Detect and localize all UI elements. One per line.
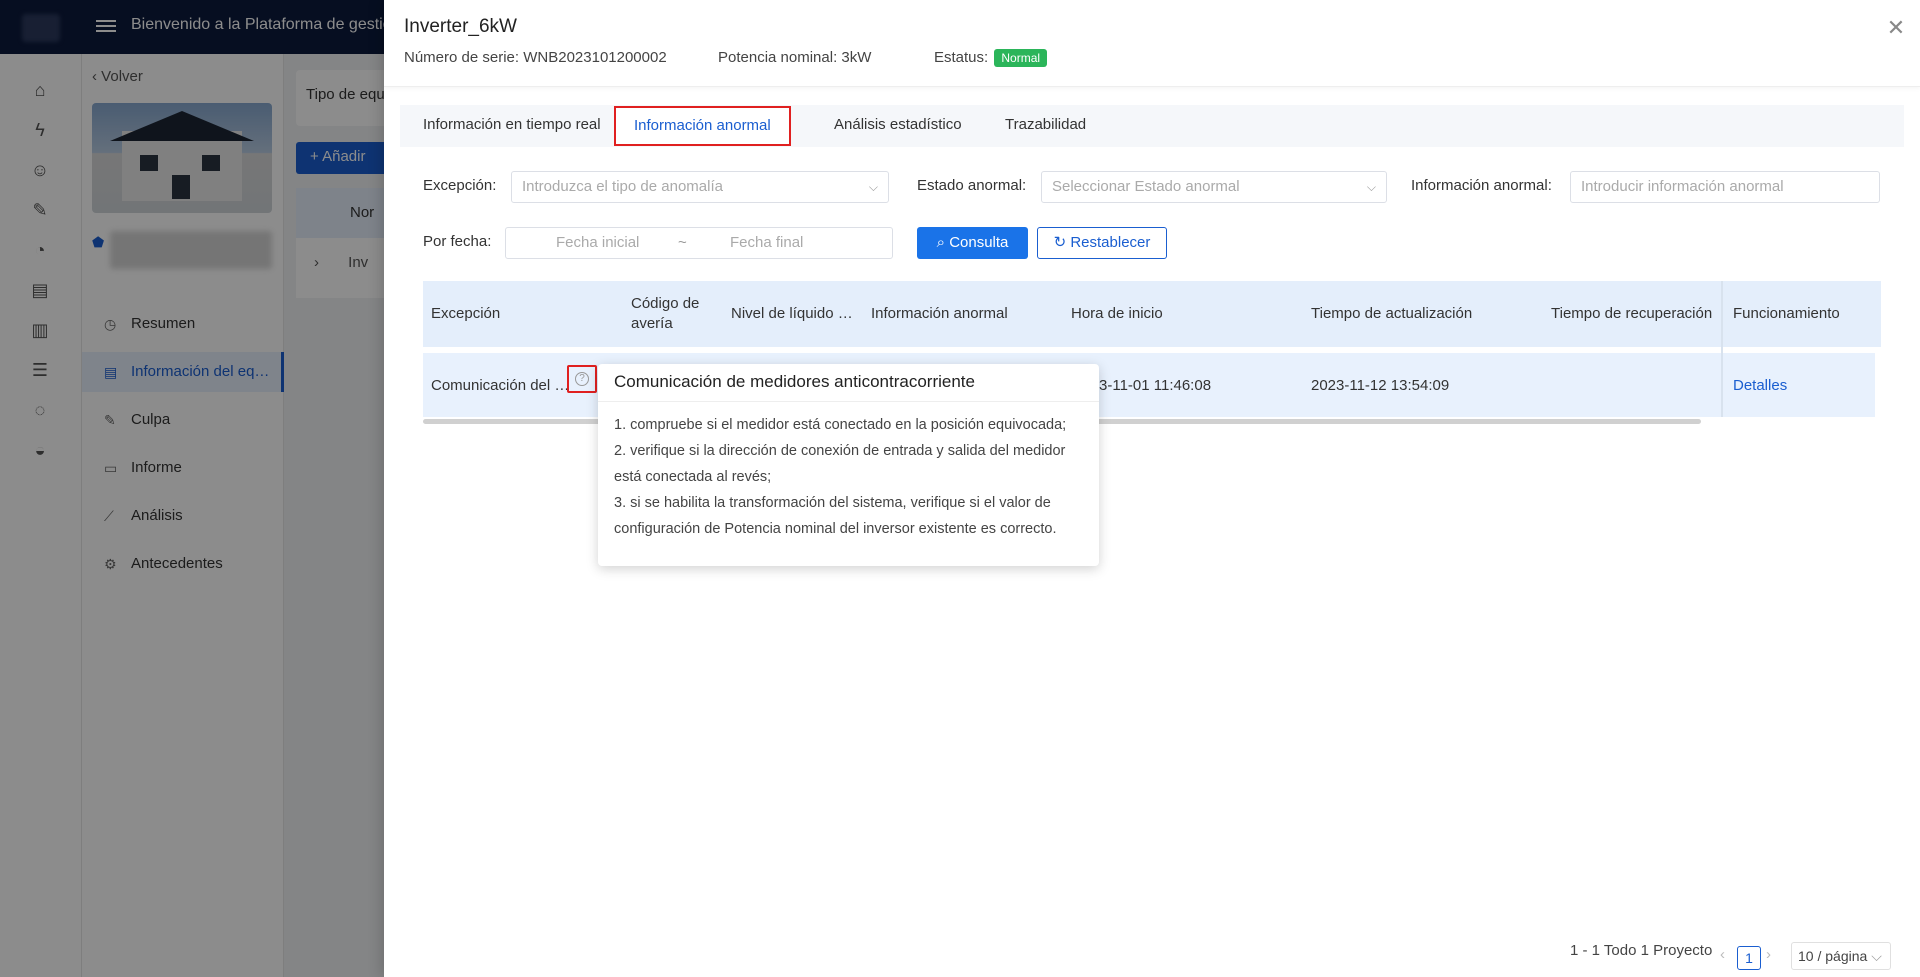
exception-label: Excepción: [423,177,497,194]
date-end-input[interactable]: Fecha final [730,228,803,258]
col-abnormal-info: Información anormal [871,305,1008,322]
col-exception: Excepción [431,305,501,322]
fixed-column-divider [1721,281,1723,417]
next-page-icon[interactable]: › [1766,946,1771,963]
pagination-summary: 1 - 1 Todo 1 Proyecto [1570,942,1713,959]
drawer-title: Inverter_6kW [404,16,517,37]
date-label: Por fecha: [423,233,492,250]
col-liquid-level: Nivel de líquido … [731,305,853,322]
col-recovery-time: Tiempo de recuperación [1551,305,1713,322]
col-fault-code: Código de avería [631,295,700,332]
popover-title: Comunicación de medidores anticontracorr… [614,372,975,391]
drawer-header: Inverter_6kW ✕ Número de serie: WNB20231… [384,0,1920,87]
status: Estatus: Normal [934,49,1048,68]
chevron-down-icon: ⌵ [1366,180,1376,194]
reset-button[interactable]: ↻ Restablecer [1037,227,1167,259]
close-icon[interactable]: ✕ [1884,16,1908,40]
col-operation: Funcionamiento [1733,305,1840,322]
date-separator: ~ [678,234,687,251]
popover-line: 1. compruebe si el medidor está conectad… [614,417,1067,433]
tab-traceability[interactable]: Trazabilidad [1005,105,1086,145]
popover-divider [598,401,1099,402]
info-icon: ? [575,372,589,386]
date-range-picker[interactable]: Fecha inicial ~ Fecha final [505,227,893,259]
exception-info-trigger[interactable]: ? [567,365,597,393]
status-badge: Normal [994,49,1048,68]
popover-line: 2. verifique si la dirección de conexión… [614,443,1066,485]
popover-line: 3. si se habilita la transformación del … [614,495,1057,537]
date-start-input[interactable]: Fecha inicial [556,228,639,258]
exception-popover: Comunicación de medidores anticontracorr… [598,364,1099,566]
state-label: Estado anormal: [917,177,1027,194]
page-number[interactable]: 1 [1737,946,1761,970]
page-size-select[interactable]: 10 / página ⌵ [1791,942,1891,970]
rated-power: Potencia nominal: 3kW [718,49,872,66]
chevron-down-icon: ⌵ [868,180,878,194]
info-label: Información anormal: [1411,177,1552,194]
table-header: Excepción Código de avería Nivel de líqu… [423,281,1881,347]
popover-body: 1. compruebe si el medidor está conectad… [614,412,1084,542]
tab-statistics[interactable]: Análisis estadístico [834,105,962,145]
cell-start-time: 3-11-01 11:46:08 [1099,376,1212,394]
col-start-time: Hora de inicio [1071,305,1163,322]
cell-update-time: 2023-11-12 13:54:09 [1311,376,1450,394]
prev-page-icon[interactable]: ‹ [1720,946,1725,963]
tab-realtime[interactable]: Información en tiempo real [423,105,601,145]
serial-number: Número de serie: WNB2023101200002 [404,49,667,66]
col-update-time: Tiempo de actualización [1311,305,1473,322]
chevron-down-icon: ⌵ [1871,948,1882,964]
details-link[interactable]: Detalles [1733,353,1787,417]
state-select[interactable]: Seleccionar Estado anormal ⌵ [1041,171,1387,203]
cell-exception: Comunicación del … [431,376,570,394]
query-button[interactable]: ⌕ Consulta [917,227,1028,259]
refresh-icon: ↻ [1053,234,1067,251]
exception-select[interactable]: Introduzca el tipo de anomalía ⌵ [511,171,889,203]
info-input[interactable]: Introducir información anormal [1570,171,1880,203]
tab-abnormal-info[interactable]: Información anormal [614,106,791,146]
search-icon: ⌕ [936,234,946,251]
